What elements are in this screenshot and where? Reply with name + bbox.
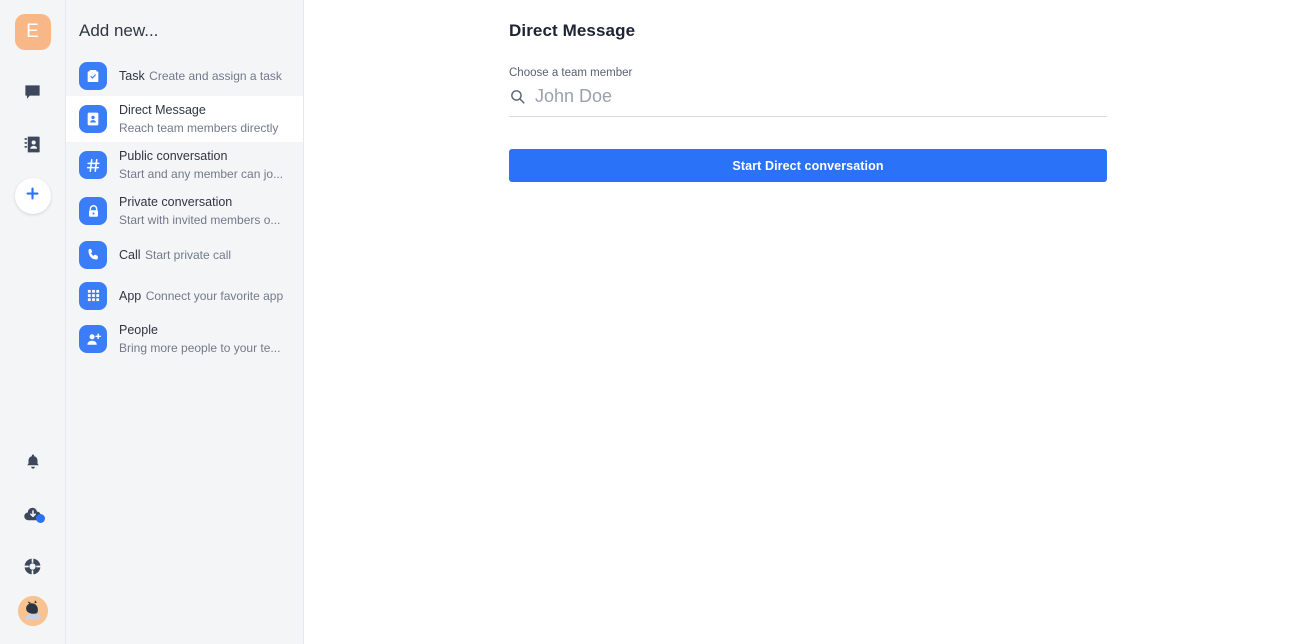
list-item-text: People Bring more people to your te... [119,321,293,357]
direct-message-form: Direct Message Choose a team member Star… [509,0,1107,182]
rail-item-notifications[interactable] [13,442,53,482]
list-item-title: Direct Message [119,103,206,117]
rail-item-chat[interactable] [13,72,53,112]
list-item-text: Public conversation Start and any member… [119,147,293,183]
list-item-subtitle: Start private call [145,247,232,262]
list-item-subtitle: Start and any member can jo... [119,167,284,181]
list-item-title: Private conversation [119,195,233,209]
list-item-title: Public conversation [119,149,228,163]
chat-icon [23,83,42,102]
team-member-field: Choose a team member [509,66,1107,117]
list-item-subtitle: Bring more people to your te... [119,341,281,355]
clipboard-check-icon [79,61,107,90]
team-avatar[interactable]: E [14,14,51,50]
list-item-task[interactable]: Task Create and assign a task [66,55,303,96]
avatar[interactable] [17,596,48,626]
list-item-text: Call Start private call [119,246,293,264]
list-item-subtitle: Start with invited members o... [119,213,281,227]
team-avatar-letter: E [26,21,39,42]
add-new-list: Task Create and assign a task Direct Mes… [66,55,307,362]
hash-icon [79,151,107,179]
list-item-title: People [119,323,158,337]
list-item-call[interactable]: Call Start private call [66,234,303,275]
rail-item-help[interactable] [13,546,53,586]
person-add-icon [79,325,107,353]
field-label: Choose a team member [509,67,633,79]
plus-icon [24,185,41,207]
panel-title: Add new... [79,21,159,40]
search-input-row[interactable] [509,85,1107,117]
start-direct-conversation-button[interactable]: Start Direct conversation [509,149,1107,182]
rail-item-add-new[interactable] [14,178,51,214]
contact-card-icon [79,105,107,133]
list-item-title: Task [119,68,145,83]
list-item-text: Task Create and assign a task [119,67,293,85]
list-item-title: App [119,288,142,303]
bell-icon [24,453,42,471]
rail-item-downloads[interactable] [13,494,53,534]
list-item-people[interactable]: People Bring more people to your te... [66,316,303,362]
list-item-public-conversation[interactable]: Public conversation Start and any member… [66,142,303,188]
search-icon [509,88,526,105]
list-item-app[interactable]: App Connect your favorite app [66,275,303,316]
contacts-icon [23,135,42,154]
phone-icon [79,240,107,269]
left-icon-rail: E [0,0,66,644]
main-content: Direct Message Choose a team member Star… [304,0,1300,644]
avatar-image [17,596,48,626]
list-item-direct-message[interactable]: Direct Message Reach team members direct… [66,96,307,142]
lock-icon [79,197,107,225]
page-title: Direct Message [509,21,636,40]
rail-bottom-group [0,442,65,644]
rail-top-group: E [0,0,65,214]
search-input[interactable] [535,85,1107,107]
list-item-subtitle: Create and assign a task [149,68,282,83]
list-item-subtitle: Connect your favorite app [145,288,284,303]
list-item-title: Call [119,247,141,262]
list-item-text: App Connect your favorite app [119,287,293,305]
downloads-badge-dot [35,514,45,523]
list-item-text: Direct Message Reach team members direct… [119,101,293,137]
list-item-subtitle: Reach team members directly [119,121,279,135]
list-item-private-conversation[interactable]: Private conversation Start with invited … [66,188,303,234]
add-new-panel: Add new... Task Create and assign a task [66,0,307,644]
grid-apps-icon [79,281,107,310]
rail-item-contacts[interactable] [13,124,53,164]
app-root: E Add new... Task Create and assign a ta… [0,0,1300,644]
list-item-text: Private conversation Start with invited … [119,193,293,229]
lifebuoy-icon [23,557,42,576]
